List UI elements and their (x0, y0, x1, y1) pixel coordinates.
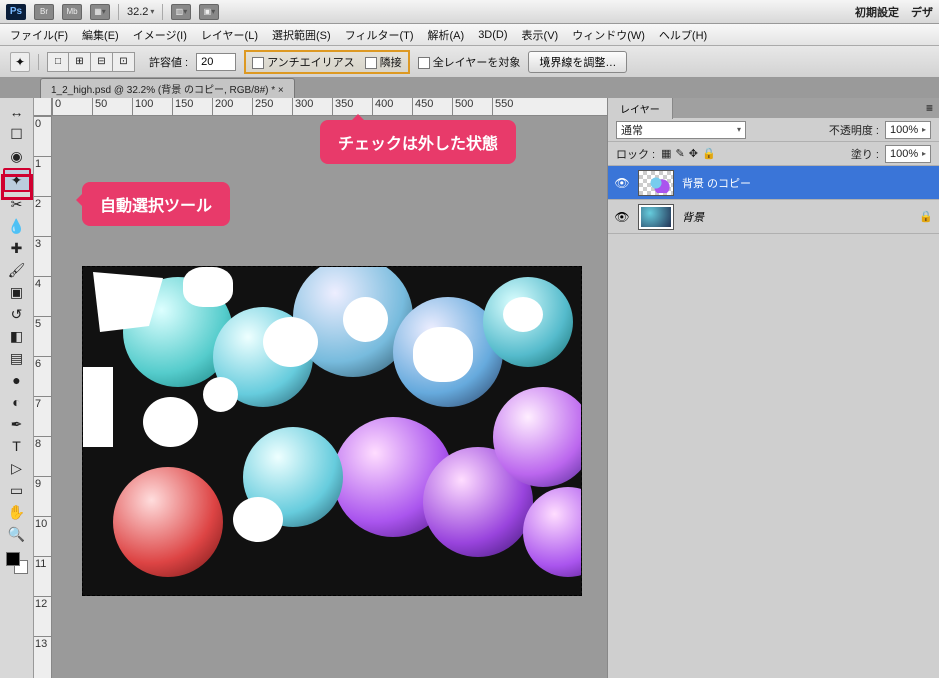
menu-layer[interactable]: レイヤー(L) (201, 27, 258, 43)
all-layers-checkbox[interactable]: 全レイヤーを対象 (418, 54, 521, 70)
blend-mode-dropdown[interactable]: 通常▾ (616, 121, 746, 139)
blur-tool[interactable]: ● (5, 370, 29, 390)
shape-tool[interactable]: ▭ (5, 480, 29, 500)
layer-row[interactable]: 👁 背景 のコピー (608, 166, 939, 200)
gradient-tool[interactable]: ▤ (5, 348, 29, 368)
zoom-tool[interactable]: 🔍 (5, 524, 29, 544)
current-tool-icon[interactable]: ✦ (10, 52, 30, 72)
layer-row[interactable]: 👁 背景 🔒 (608, 200, 939, 234)
zoom-level-dropdown[interactable]: 32.2 ▾ (127, 6, 154, 18)
screenmode-button[interactable]: ▣▾ (199, 4, 219, 20)
type-tool[interactable]: T (5, 436, 29, 456)
lock-transparency-icon[interactable]: ▦ (661, 147, 671, 160)
divider (38, 54, 39, 70)
contiguous-checkbox[interactable]: 隣接 (365, 54, 402, 70)
lock-pixels-icon[interactable]: ✎ (676, 147, 685, 160)
fill-input[interactable]: 100%▸ (885, 145, 931, 163)
eyedropper-tool[interactable]: 💧 (5, 216, 29, 236)
crop-tool[interactable]: ✂ (5, 194, 29, 214)
workspace-default-label[interactable]: 初期設定 (855, 4, 899, 20)
menu-edit[interactable]: 編集(E) (82, 27, 119, 43)
marquee-tool[interactable]: ☐ (5, 124, 29, 144)
tolerance-input[interactable] (196, 53, 236, 71)
vertical-ruler: 012345678910111213 (34, 116, 52, 678)
workspace-design-label[interactable]: デザ (911, 4, 933, 20)
pen-tool[interactable]: ✒ (5, 414, 29, 434)
document-image (82, 266, 582, 596)
layers-blend-row: 通常▾ 不透明度 : 100%▸ (608, 118, 939, 142)
healing-tool[interactable]: ✚ (5, 238, 29, 258)
layers-tab[interactable]: レイヤー (608, 98, 673, 119)
horizontal-ruler: 050100150200250300350400450500550 (52, 98, 607, 116)
menu-filter[interactable]: フィルター(T) (345, 27, 414, 43)
panels-dock: レイヤー ≡ 通常▾ 不透明度 : 100%▸ ロック : ▦ ✎ ✥ 🔒 塗り… (607, 98, 939, 678)
lock-label: ロック : (616, 146, 655, 162)
lasso-tool[interactable]: ◉ (5, 146, 29, 166)
selection-new-button[interactable]: □ (47, 52, 69, 72)
menu-help[interactable]: ヘルプ(H) (659, 27, 707, 43)
menu-3d[interactable]: 3D(D) (478, 29, 507, 41)
document-tab-bar: 1_2_high.psd @ 32.2% (背景 のコピー, RGB/8#) *… (0, 78, 939, 98)
selection-add-button[interactable]: ⊞ (69, 52, 91, 72)
lock-position-icon[interactable]: ✥ (689, 147, 698, 160)
arrange-button[interactable]: ▥▾ (171, 4, 191, 20)
history-brush-tool[interactable]: ↺ (5, 304, 29, 324)
eraser-tool[interactable]: ◧ (5, 326, 29, 346)
options-bar: ✦ □ ⊞ ⊟ ⊡ 許容値 : アンチエイリアス 隣接 全レイヤーを対象 境界線… (0, 46, 939, 78)
hand-tool[interactable]: ✋ (5, 502, 29, 522)
selection-mode-group: □ ⊞ ⊟ ⊡ (47, 52, 135, 72)
clone-stamp-tool[interactable]: ▣ (5, 282, 29, 302)
annotation-highlight-box: アンチエイリアス 隣接 (244, 50, 410, 74)
tolerance-label: 許容値 : (149, 54, 188, 70)
bridge-button[interactable]: Br (34, 4, 54, 20)
lock-buttons: ▦ ✎ ✥ 🔒 (661, 147, 716, 160)
brush-tool[interactable]: 🖌 (5, 260, 29, 280)
menu-file[interactable]: ファイル(F) (10, 27, 68, 43)
color-swatches[interactable] (6, 552, 28, 574)
divider (162, 4, 163, 20)
layer-thumbnail[interactable] (638, 204, 674, 230)
document-tab[interactable]: 1_2_high.psd @ 32.2% (背景 のコピー, RGB/8#) *… (40, 78, 295, 98)
layer-thumbnail[interactable] (638, 170, 674, 196)
ruler-corner (34, 98, 52, 116)
divider (118, 4, 119, 20)
selection-subtract-button[interactable]: ⊟ (91, 52, 113, 72)
application-bar: Ps Br Mb ▦▾ 32.2 ▾ ▥▾ ▣▾ 初期設定 デザ (0, 0, 939, 24)
magic-wand-tool[interactable]: ✦ (3, 168, 31, 192)
annotation-callout-magicwand: 自動選択ツール (82, 182, 230, 226)
menu-analysis[interactable]: 解析(A) (428, 27, 465, 43)
menu-bar: ファイル(F) 編集(E) イメージ(I) レイヤー(L) 選択範囲(S) フィ… (0, 24, 939, 46)
menu-window[interactable]: ウィンドウ(W) (572, 27, 645, 43)
path-tool[interactable]: ▷ (5, 458, 29, 478)
lock-icon: 🔒 (919, 210, 933, 223)
menu-view[interactable]: 表示(V) (522, 27, 559, 43)
antialias-checkbox[interactable]: アンチエイリアス (252, 54, 355, 70)
view-extras-button[interactable]: ▦▾ (90, 4, 110, 20)
selection-intersect-button[interactable]: ⊡ (113, 52, 135, 72)
panel-menu-icon[interactable]: ≡ (920, 101, 939, 115)
foreground-color-swatch[interactable] (6, 552, 20, 566)
lock-all-icon[interactable]: 🔒 (702, 147, 716, 160)
tools-panel: ↔ ☐ ◉ ✦ ✂ 💧 ✚ 🖌 ▣ ↺ ◧ ▤ ● ◐ ✒ T ▷ ▭ ✋ 🔍 (0, 98, 34, 678)
menu-select[interactable]: 選択範囲(S) (272, 27, 331, 43)
layers-lock-row: ロック : ▦ ✎ ✥ 🔒 塗り : 100%▸ (608, 142, 939, 166)
visibility-icon[interactable]: 👁 (614, 175, 630, 191)
layers-panel-tabbar: レイヤー ≡ (608, 98, 939, 118)
opacity-label: 不透明度 : (829, 122, 879, 138)
fill-label: 塗り : (851, 146, 879, 162)
move-tool[interactable]: ↔ (5, 102, 29, 122)
photoshop-logo: Ps (6, 4, 26, 20)
visibility-icon[interactable]: 👁 (614, 209, 630, 225)
layer-name[interactable]: 背景 のコピー (682, 175, 751, 191)
refine-edge-button[interactable]: 境界線を調整… (528, 51, 627, 73)
minibridge-button[interactable]: Mb (62, 4, 82, 20)
menu-image[interactable]: イメージ(I) (133, 27, 187, 43)
opacity-input[interactable]: 100%▸ (885, 121, 931, 139)
dodge-tool[interactable]: ◐ (5, 392, 29, 412)
annotation-callout-unchecked: チェックは外した状態 (320, 120, 516, 164)
layer-name[interactable]: 背景 (682, 209, 704, 225)
